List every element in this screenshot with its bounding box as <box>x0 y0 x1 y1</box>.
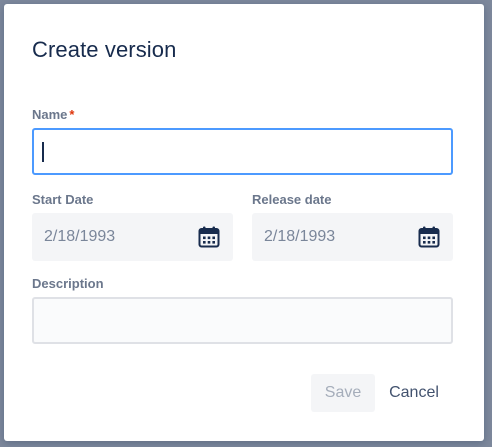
name-label: Name * <box>32 107 74 122</box>
start-date-picker[interactable]: 2/18/1993 <box>32 213 233 261</box>
create-version-dialog: Create version Name * Start Date 2/18/199… <box>4 4 484 441</box>
calendar-icon[interactable] <box>198 226 220 248</box>
cancel-button[interactable]: Cancel <box>382 374 446 412</box>
release-date-label: Release date <box>252 192 332 207</box>
required-marker: * <box>69 107 75 122</box>
name-label-text: Name <box>32 107 68 122</box>
save-button[interactable]: Save <box>311 374 375 412</box>
name-input[interactable] <box>32 128 453 175</box>
start-date-value: 2/18/1993 <box>44 228 116 245</box>
release-date-value: 2/18/1993 <box>264 228 336 245</box>
calendar-icon[interactable] <box>418 226 440 248</box>
release-date-picker[interactable]: 2/18/1993 <box>252 213 453 261</box>
start-date-label: Start Date <box>32 192 94 207</box>
description-input[interactable] <box>32 297 453 344</box>
dialog-title: Create version <box>32 37 177 62</box>
text-caret <box>42 142 44 162</box>
description-label: Description <box>32 276 104 291</box>
